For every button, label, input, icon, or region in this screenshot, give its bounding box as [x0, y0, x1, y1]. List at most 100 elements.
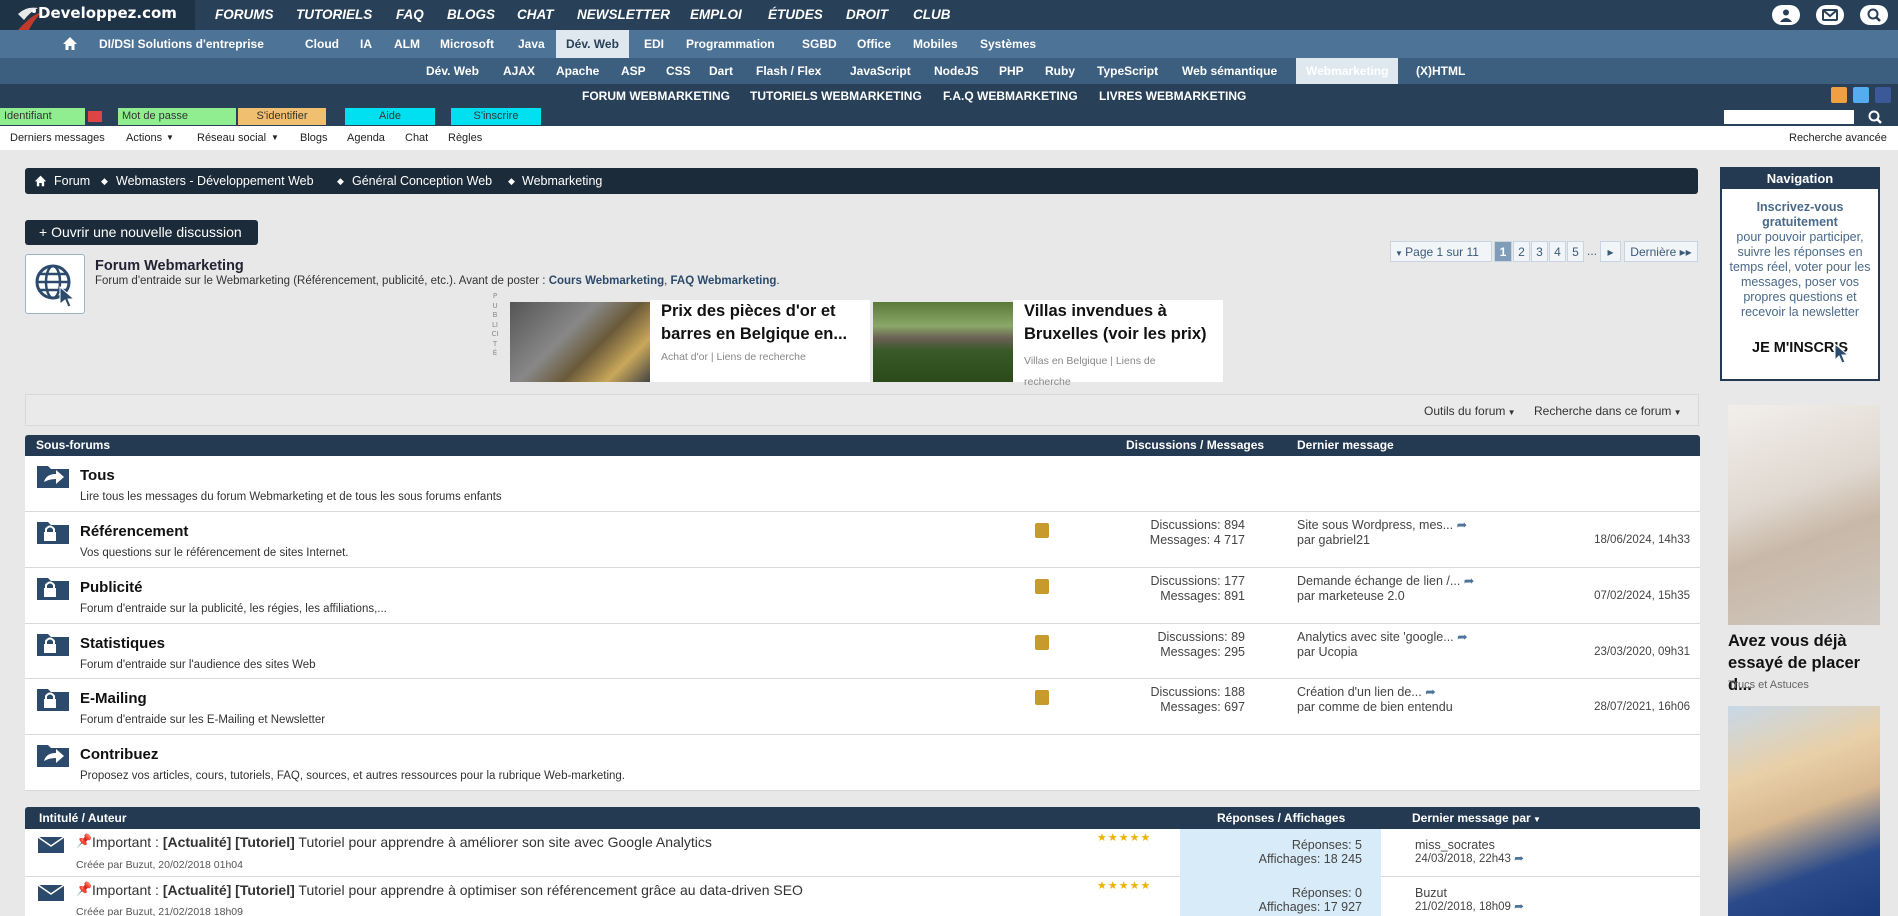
cat-office[interactable]: Office: [857, 30, 891, 58]
subforum-title[interactable]: Statistiques: [80, 635, 165, 652]
breadcrumb-forum[interactable]: Forum: [54, 168, 90, 194]
site-logo-text[interactable]: Developpez.com: [38, 4, 177, 22]
cat-mobiles[interactable]: Mobiles: [913, 30, 958, 58]
side-ad-image[interactable]: [1728, 405, 1880, 625]
search-input[interactable]: [1724, 110, 1854, 124]
sub-dev-web[interactable]: Dév. Web: [426, 58, 479, 84]
page-5[interactable]: 5: [1567, 241, 1584, 262]
header-last-post[interactable]: Dernier message par ▼: [1412, 807, 1541, 831]
sub-asp[interactable]: ASP: [621, 58, 646, 84]
side-ad-image-2[interactable]: [1728, 706, 1880, 916]
last-message-author[interactable]: par marketeuse 2.0: [1297, 589, 1474, 604]
last-post-user[interactable]: Buzut: [1415, 886, 1524, 900]
rss-icon[interactable]: [1035, 690, 1049, 705]
new-discussion-button[interactable]: + Ouvrir une nouvelle discussion: [25, 220, 258, 245]
login-button[interactable]: S'identifier: [238, 108, 326, 125]
breadcrumb-webmasters[interactable]: Webmasters - Développement Web: [116, 168, 314, 194]
section-forum[interactable]: FORUM WEBMARKETING: [582, 84, 730, 108]
last-post-user[interactable]: miss_socrates: [1415, 838, 1524, 852]
section-faq[interactable]: F.A.Q WEBMARKETING: [943, 84, 1078, 108]
breadcrumb-webmarketing[interactable]: Webmarketing: [522, 168, 602, 194]
cat-edi[interactable]: EDI: [644, 30, 664, 58]
last-message-author[interactable]: par gabriel21: [1297, 533, 1467, 548]
last-page-button[interactable]: Dernière ▸▸: [1624, 241, 1698, 262]
submenu-chat[interactable]: Chat: [405, 126, 428, 150]
sub-css[interactable]: CSS: [666, 58, 691, 84]
topnav-droit[interactable]: DROIT: [846, 0, 888, 30]
ad-1-title[interactable]: Prix des pièces d'or et barres en Belgiqu…: [661, 300, 866, 346]
topnav-chat[interactable]: CHAT: [517, 0, 554, 30]
rss-icon[interactable]: [1035, 523, 1049, 538]
faq-link[interactable]: FAQ Webmarketing: [671, 275, 777, 287]
topnav-forums[interactable]: FORUMS: [215, 0, 274, 30]
sub-ruby[interactable]: Ruby: [1045, 58, 1075, 84]
home-icon[interactable]: [62, 35, 78, 54]
topnav-newsletter[interactable]: NEWSLETTER: [577, 0, 670, 30]
rss-icon[interactable]: [1831, 87, 1847, 103]
go-to-last-icon[interactable]: ➦: [1514, 853, 1524, 865]
mail-icon[interactable]: [1816, 5, 1844, 25]
subforum-title[interactable]: Contribuez: [80, 746, 158, 763]
last-message-author[interactable]: par Ucopia: [1297, 645, 1468, 660]
sub-flash[interactable]: Flash / Flex: [756, 58, 821, 84]
last-message-title[interactable]: Site sous Wordpress, mes...: [1297, 518, 1453, 532]
rss-icon[interactable]: [1035, 635, 1049, 650]
submenu-blogs[interactable]: Blogs: [300, 126, 328, 150]
sub-javascript[interactable]: JavaScript: [850, 58, 911, 84]
subforum-title[interactable]: Référencement: [80, 523, 188, 540]
sub-php[interactable]: PHP: [999, 58, 1024, 84]
topnav-tutoriels[interactable]: TUTORIELS: [296, 0, 372, 30]
search-icon[interactable]: [1860, 5, 1888, 25]
page-selector[interactable]: ▼ Page 1 sur 11: [1390, 241, 1492, 262]
topnav-etudes[interactable]: ÉTUDES: [768, 0, 823, 30]
last-message-title[interactable]: Analytics avec site 'google...: [1297, 630, 1454, 644]
sub-ajax[interactable]: AJAX: [503, 58, 535, 84]
sub-dart[interactable]: Dart: [709, 58, 733, 84]
user-icon[interactable]: [1772, 5, 1800, 25]
topnav-faq[interactable]: FAQ: [396, 0, 424, 30]
topnav-blogs[interactable]: BLOGS: [447, 0, 495, 30]
sub-typescript[interactable]: TypeScript: [1097, 58, 1158, 84]
last-message-author[interactable]: par comme de bien entendu: [1297, 700, 1453, 715]
cat-sgbd[interactable]: SGBD: [802, 30, 837, 58]
last-message-title[interactable]: Création d'un lien de...: [1297, 685, 1422, 699]
sub-apache[interactable]: Apache: [556, 58, 599, 84]
facebook-icon[interactable]: [1875, 87, 1891, 103]
submenu-social[interactable]: Réseau social: [197, 126, 266, 150]
forum-tools-menu[interactable]: Outils du forum ▼: [1424, 404, 1516, 418]
ad-2-title[interactable]: Villas invendues à Bruxelles (voir les pr…: [1024, 300, 1219, 346]
go-to-last-icon[interactable]: ➦: [1514, 901, 1524, 913]
search-forum-menu[interactable]: Recherche dans ce forum ▼: [1534, 404, 1682, 418]
ad-image-villa[interactable]: [873, 302, 1013, 382]
cat-microsoft[interactable]: Microsoft: [440, 30, 494, 58]
submenu-rules[interactable]: Règles: [448, 126, 482, 150]
cat-dev-web[interactable]: Dév. Web: [556, 30, 629, 58]
page-1[interactable]: 1: [1494, 241, 1512, 262]
password-field[interactable]: Mot de passe: [118, 108, 236, 125]
last-message-title[interactable]: Demande échange de lien /...: [1297, 574, 1460, 588]
home-icon[interactable]: [34, 174, 47, 190]
cat-ia[interactable]: IA: [360, 30, 372, 58]
cat-systemes[interactable]: Systèmes: [980, 30, 1036, 58]
register-button[interactable]: S'inscrire: [451, 108, 541, 125]
twitter-icon[interactable]: [1853, 87, 1869, 103]
cat-dsi[interactable]: DI/DSI Solutions d'entreprise: [99, 30, 264, 58]
topnav-club[interactable]: CLUB: [913, 0, 951, 30]
help-button[interactable]: Aide: [345, 108, 435, 125]
rss-icon[interactable]: [1035, 579, 1049, 594]
advanced-search-link[interactable]: Recherche avancée: [1789, 126, 1887, 150]
topnav-emploi[interactable]: EMPLOI: [690, 0, 742, 30]
breadcrumb-conception[interactable]: Général Conception Web: [352, 168, 492, 194]
search-submit-icon[interactable]: [1868, 110, 1882, 127]
subforum-row[interactable]: [25, 735, 1700, 791]
subforum-title[interactable]: E-Mailing: [80, 690, 147, 707]
section-tutoriels[interactable]: TUTORIELS WEBMARKETING: [750, 84, 922, 108]
go-to-last-icon[interactable]: ➦: [1457, 518, 1467, 532]
sub-webmarketing[interactable]: Webmarketing: [1296, 58, 1399, 84]
submenu-agenda[interactable]: Agenda: [347, 126, 385, 150]
page-2[interactable]: 2: [1513, 241, 1530, 262]
sub-xhtml[interactable]: (X)HTML: [1416, 58, 1465, 84]
go-to-last-icon[interactable]: ➦: [1425, 685, 1435, 699]
go-to-last-icon[interactable]: ➦: [1464, 574, 1474, 588]
page-4[interactable]: 4: [1549, 241, 1566, 262]
